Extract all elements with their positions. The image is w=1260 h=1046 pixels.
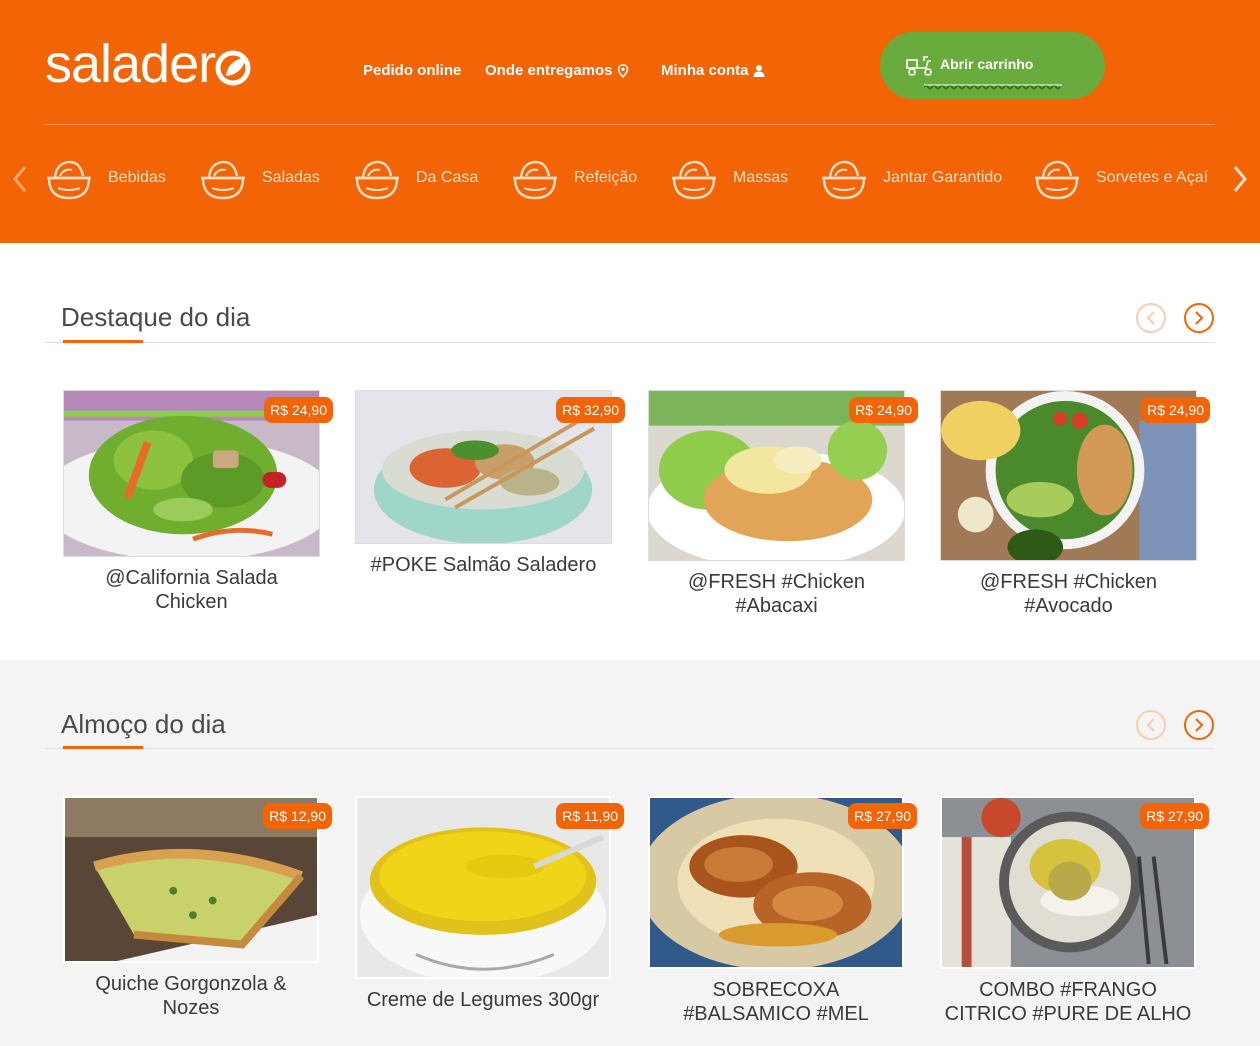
site-header: salader Pedido online Onde entregamos Mi… (0, 0, 1260, 243)
saladero-logo[interactable]: salader (45, 36, 253, 92)
price-badge: R$ 27,90 (1140, 803, 1209, 829)
leaf-o-icon (215, 50, 251, 86)
product-card[interactable]: R$ 11,90 Creme de Legumes 300gr (355, 796, 624, 1012)
bowl-icon (822, 160, 866, 200)
section-title: Destaque do dia (61, 302, 251, 332)
nav-pedido-online[interactable]: Pedido online (363, 62, 461, 79)
product-name: @FRESH #Chicken #Abacaxi (687, 571, 866, 617)
almoco-next-button[interactable] (1184, 710, 1214, 740)
price-badge: R$ 24,90 (849, 397, 918, 423)
category-item[interactable]: Da Casa (354, 154, 478, 202)
section-almoco: Almoço do dia R$ 12,90 Quiche Gorgonzola… (0, 660, 1260, 1046)
header-divider (45, 124, 1215, 125)
category-item[interactable]: Sorvetes e Açaí (1034, 154, 1208, 202)
chevron-right-icon (1195, 311, 1204, 325)
product-card[interactable]: R$ 27,90 COMBO #FRANGO CITRICO #PURE DE … (940, 796, 1209, 1026)
product-name: Quiche Gorgonzola & Nozes (95, 973, 287, 1019)
bowl-icon (355, 160, 399, 200)
category-item[interactable]: Jantar Garantido (821, 154, 1002, 202)
bowl-icon (672, 160, 716, 200)
bowl-icon (201, 160, 245, 200)
bowl-icon (513, 160, 557, 200)
cart-label: Abrir carrinho (940, 55, 1034, 72)
product-card[interactable]: R$ 24,90 @FRESH #Chicken #Avocado (940, 390, 1210, 618)
logo-text: salader (45, 34, 216, 94)
cart-wavy-underline (924, 84, 1062, 90)
product-name: SOBRECOXA #BALSAMICO #MEL (683, 979, 869, 1025)
price-badge: R$ 24,90 (1141, 397, 1210, 423)
chevron-left-icon (1146, 311, 1155, 325)
price-badge: R$ 32,90 (556, 397, 625, 423)
section-rule (45, 748, 1215, 749)
section-rule (45, 342, 1215, 343)
price-badge: R$ 27,90 (848, 803, 917, 829)
product-name: COMBO #FRANGO CITRICO #PURE DE ALHO (944, 979, 1192, 1025)
section-accent-bar (63, 340, 143, 343)
price-badge: R$ 12,90 (263, 803, 332, 829)
category-label: Saladas (262, 169, 320, 186)
categories-prev-arrow-icon[interactable] (10, 164, 30, 194)
almoco-prev-button[interactable] (1136, 710, 1166, 740)
product-card[interactable]: R$ 12,90 Quiche Gorgonzola & Nozes (63, 796, 332, 1020)
category-label: Sorvetes e Açaí (1096, 169, 1209, 186)
nav-minha-conta[interactable]: Minha conta (661, 62, 765, 79)
categories-next-arrow-icon[interactable] (1230, 164, 1250, 194)
section-title: Almoço do dia (61, 709, 226, 739)
category-label: Bebidas (108, 169, 166, 186)
delivery-scooter-icon (906, 55, 932, 76)
category-item[interactable]: Massas (671, 154, 788, 202)
category-label: Refeição (574, 169, 638, 186)
destaque-next-button[interactable] (1184, 303, 1214, 333)
category-label: Da Casa (416, 169, 479, 186)
bowl-icon (47, 160, 91, 200)
price-badge: R$ 11,90 (556, 803, 624, 829)
category-label: Massas (733, 169, 789, 186)
bowl-icon (1035, 160, 1079, 200)
category-item[interactable]: Bebidas (46, 154, 166, 202)
category-label: Jantar Garantido (883, 169, 1003, 186)
product-name: #POKE Salmão Saladero (370, 554, 597, 576)
category-item[interactable]: Refeição (512, 154, 637, 202)
nav-onde-entregamos[interactable]: Onde entregamos (485, 62, 629, 79)
category-item[interactable]: Saladas (200, 154, 320, 202)
open-cart-button[interactable]: Abrir carrinho (880, 32, 1105, 99)
chevron-right-icon (1195, 718, 1204, 732)
section-destaque: Destaque do dia R$ 24,90 @California Sal… (0, 243, 1260, 660)
product-name: Creme de Legumes 300gr (366, 989, 600, 1011)
chevron-left-icon (1146, 718, 1155, 732)
product-card[interactable]: R$ 32,90 #POKE Salmão Saladero (355, 390, 625, 577)
map-marker-icon (617, 63, 628, 78)
product-name: @FRESH #Chicken #Avocado (979, 571, 1158, 617)
price-badge: R$ 24,90 (264, 397, 333, 423)
product-name: @California Salada Chicken (105, 567, 278, 613)
product-card[interactable]: R$ 24,90 @FRESH #Chicken #Abacaxi (648, 390, 918, 618)
destaque-prev-button[interactable] (1136, 303, 1166, 333)
user-icon (753, 64, 765, 77)
product-card[interactable]: R$ 24,90 @California Salada Chicken (63, 390, 333, 614)
product-card[interactable]: R$ 27,90 SOBRECOXA #BALSAMICO #MEL (648, 796, 917, 1026)
section-accent-bar (63, 746, 143, 749)
